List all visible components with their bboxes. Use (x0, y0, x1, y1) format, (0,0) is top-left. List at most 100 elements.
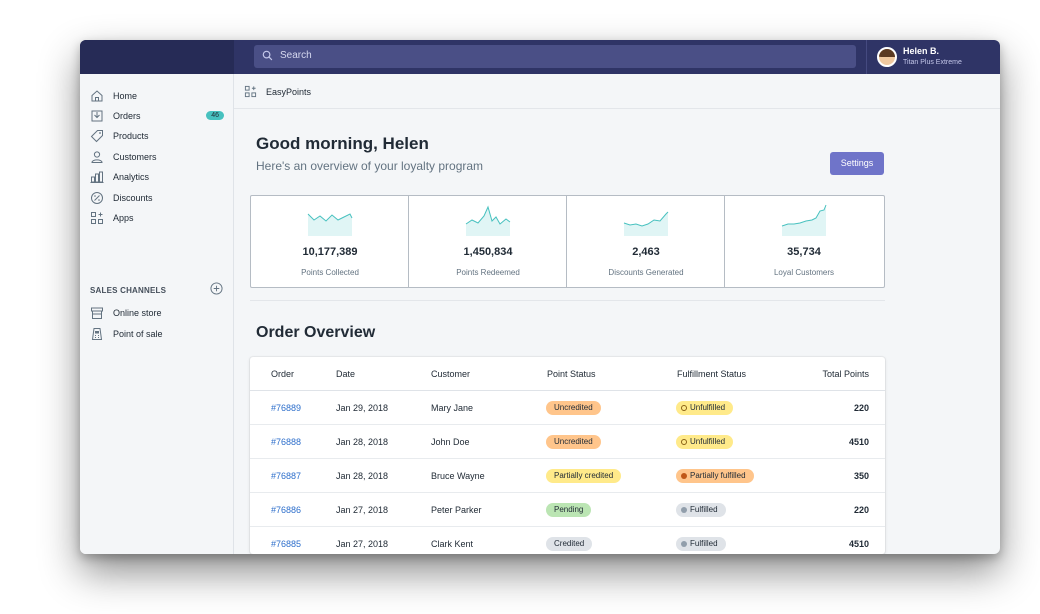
orders-icon (91, 110, 103, 122)
column-header-fulfillment-status[interactable]: Fulfillment Status (677, 369, 746, 379)
table-row[interactable]: #76888 Jan 28, 2018 John Doe Uncredited … (250, 425, 885, 459)
status-dot-icon (681, 473, 687, 479)
sidebar-item-apps[interactable]: Apps (90, 210, 226, 228)
user-name: Helen B. (903, 46, 940, 56)
stat-value: 2,463 (632, 246, 660, 258)
stat-discounts-generated: 2,463 Discounts Generated (567, 196, 725, 287)
stats-card: 10,177,389 Points Collected 1,450,834 Po… (250, 195, 885, 288)
tag-icon (90, 130, 103, 143)
sidebar-item-discounts[interactable]: Discounts (90, 190, 226, 208)
table-row[interactable]: #76889 Jan 29, 2018 Mary Jane Uncredited… (250, 391, 885, 425)
column-header-customer[interactable]: Customer (431, 369, 470, 379)
sidebar-item-online-store[interactable]: Online store (90, 305, 226, 323)
table-row[interactable]: #76885 Jan 27, 2018 Clark Kent Credited … (250, 527, 885, 554)
orders-count-badge: 46 (206, 111, 224, 120)
apps-icon (244, 85, 257, 98)
bar-chart-icon (90, 171, 104, 183)
app-name[interactable]: EasyPoints (266, 87, 311, 97)
page-subtitle: Here's an overview of your loyalty progr… (256, 159, 484, 173)
sidebar-item-home[interactable]: Home (90, 88, 226, 106)
order-date: Jan 29, 2018 (336, 403, 389, 413)
fulfillment-status-badge: Unfulfilled (676, 435, 734, 449)
sidebar-item-customers[interactable]: Customers (90, 149, 226, 167)
order-date: Jan 28, 2018 (336, 471, 389, 481)
page-title: Good morning, Helen (256, 134, 429, 153)
customer-name: John Doe (431, 437, 470, 447)
apps-icon (91, 212, 103, 224)
home-icon (91, 90, 103, 102)
fulfillment-status-label: Fulfilled (690, 539, 718, 548)
sidebar-item-point-of-sale[interactable]: Point of sale (90, 326, 226, 344)
order-overview-heading: Order Overview (256, 324, 376, 341)
app-header: EasyPoints (234, 74, 1000, 109)
column-header-point-status[interactable]: Point Status (547, 369, 596, 379)
point-status-badge: Pending (546, 503, 592, 517)
table-row[interactable]: #76887 Jan 28, 2018 Bruce Wayne Partiall… (250, 459, 885, 493)
stat-value: 10,177,389 (302, 246, 358, 258)
order-link[interactable]: #76885 (271, 539, 301, 549)
total-points: 4510 (848, 539, 869, 549)
customer-name: Peter Parker (431, 505, 482, 515)
column-header-date[interactable]: Date (336, 369, 355, 379)
sparkline-chart (465, 205, 511, 236)
status-dot-icon (681, 507, 687, 513)
sidebar-item-orders[interactable]: Orders 46 (90, 108, 226, 126)
sidebar-item-label: Discounts (113, 193, 153, 203)
sparkline-chart (623, 211, 669, 236)
top-bar-logo-area (80, 40, 234, 74)
order-date: Jan 27, 2018 (336, 539, 389, 549)
app-window: Search Helen B. Titan Plus Extreme Home … (80, 40, 1000, 554)
orders-table: Order Date Customer Point Status Fulfill… (250, 357, 885, 554)
point-status-badge: Credited (546, 537, 593, 551)
sidebar-item-label: Customers (113, 152, 157, 162)
stat-label: Loyal Customers (773, 268, 835, 277)
stat-points-redeemed: 1,450,834 Points Redeemed (409, 196, 567, 287)
sparkline-chart (307, 213, 353, 236)
total-points: 220 (853, 403, 869, 413)
table-header: Order Date Customer Point Status Fulfill… (250, 357, 885, 391)
point-status-badge: Partially credited (546, 469, 622, 483)
stat-value: 35,734 (787, 246, 821, 258)
search-placeholder: Search (280, 50, 312, 61)
add-circle-icon[interactable] (210, 282, 223, 295)
user-plan: Titan Plus Extreme (903, 59, 962, 66)
total-points: 350 (853, 471, 869, 481)
order-date: Jan 27, 2018 (336, 505, 389, 515)
order-link[interactable]: #76889 (271, 403, 301, 413)
sales-channels-heading: SALES CHANNELS (90, 286, 167, 295)
order-link[interactable]: #76887 (271, 471, 301, 481)
sidebar-item-label: Home (113, 91, 138, 101)
search-input[interactable]: Search (254, 45, 856, 68)
avatar (877, 47, 897, 67)
search-icon (262, 50, 273, 61)
fulfillment-status-badge: Fulfilled (676, 503, 726, 517)
order-date: Jan 28, 2018 (336, 437, 389, 447)
table-row[interactable]: #76886 Jan 27, 2018 Peter Parker Pending… (250, 493, 885, 527)
sidebar-item-products[interactable]: Products (90, 128, 226, 146)
sidebar-item-label: Apps (113, 213, 134, 223)
fulfillment-status-label: Fulfilled (690, 505, 718, 514)
sidebar-item-label: Point of sale (113, 329, 163, 339)
fulfillment-status-label: Unfulfilled (690, 437, 726, 446)
fulfillment-status-label: Unfulfilled (690, 403, 726, 412)
sparkline-chart (781, 204, 827, 236)
order-link[interactable]: #76886 (271, 505, 301, 515)
fulfillment-status-badge: Fulfilled (676, 537, 726, 551)
main-content: EasyPoints Good morning, Helen Here's an… (234, 74, 1000, 554)
total-points: 4510 (848, 437, 869, 447)
column-header-total-points[interactable]: Total Points (822, 369, 869, 379)
status-dot-icon (681, 541, 687, 547)
sidebar: Home Orders 46 Products Customers Analyt… (80, 74, 234, 554)
sidebar-item-label: Online store (113, 308, 162, 318)
top-bar: Search Helen B. Titan Plus Extreme (80, 40, 1000, 74)
stat-label: Points Redeemed (456, 268, 520, 277)
point-status-badge: Uncredited (546, 401, 601, 415)
column-header-order[interactable]: Order (271, 369, 294, 379)
customer-name: Clark Kent (431, 539, 474, 549)
order-link[interactable]: #76888 (271, 437, 301, 447)
stat-label: Points Collected (301, 268, 359, 277)
stat-loyal-customers: 35,734 Loyal Customers (725, 196, 883, 287)
settings-button[interactable]: Settings (830, 152, 884, 175)
user-menu[interactable]: Helen B. Titan Plus Extreme (866, 40, 1000, 74)
sidebar-item-analytics[interactable]: Analytics (90, 169, 226, 187)
